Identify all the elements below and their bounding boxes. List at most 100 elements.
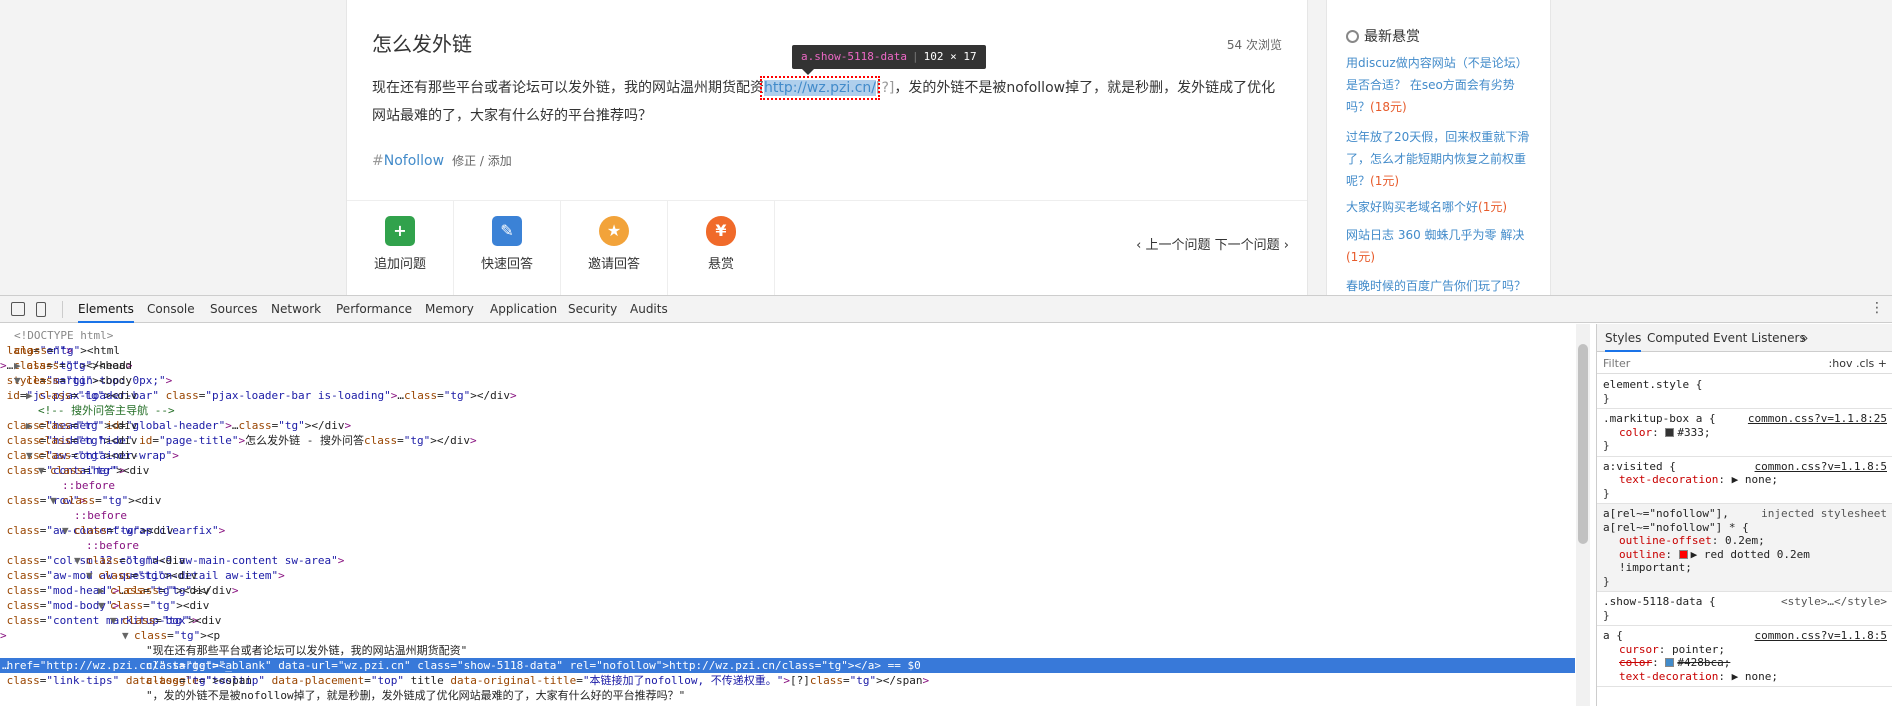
bounty-item[interactable]: 网站日志 360 蜘蛛几乎为零 解决(1元) (1346, 224, 1536, 268)
dom-line[interactable]: ▼ class="tg"><div class="container"> (0, 463, 1575, 478)
devtools-tab-memory[interactable]: Memory (425, 296, 474, 323)
rule-close: } (1603, 439, 1610, 452)
link-tips[interactable]: [?] (876, 80, 894, 96)
bounty-item[interactable]: 春晚时候的百度广告你们玩了吗？ (1346, 275, 1536, 295)
style-rule[interactable]: element.style {} (1597, 375, 1892, 409)
view-count: 54 次浏览 (1226, 38, 1282, 52)
dom-line[interactable]: ▼ class="tg"><div class="aw-container-wra… (0, 448, 1575, 463)
dom-line[interactable]: ▼ class="tg"><div class="aw-content-wrap … (0, 523, 1575, 538)
dom-line[interactable]: class="tg"><div class="hidden hide" id="… (0, 433, 1575, 448)
styles-tab-event-listeners[interactable]: Event Listeners (1713, 324, 1806, 352)
dom-line-selected[interactable]: … class="tg"><a href="http://wz.pzi.cn/" … (0, 658, 1575, 673)
styles-filter-input[interactable]: Filter (1603, 357, 1630, 370)
styles-tabs: Styles Computed Event Listeners» (1597, 324, 1892, 352)
bounty-bag-icon: ¥ (706, 216, 736, 246)
devtools-tab-audits[interactable]: Audits (630, 296, 668, 323)
rule-source-link: <style>…</style> (1781, 595, 1887, 608)
dom-line[interactable]: class="tg"><html lang="en"> (0, 343, 1575, 358)
dom-line[interactable]: ▶ class="tg"><div class="header" id="glob… (0, 418, 1575, 433)
rule-selector: element.style { (1603, 378, 1703, 391)
style-declaration[interactable]: text-decoration: ▶ none; (1603, 473, 1887, 487)
tag-hash: # (372, 153, 384, 169)
inspect-element-icon[interactable] (11, 302, 25, 316)
style-declaration[interactable]: outline: ▶ red dotted 0.2em !important; (1603, 548, 1823, 575)
dom-scrollbar[interactable] (1576, 324, 1590, 706)
devtools-tab-sources[interactable]: Sources (210, 296, 257, 323)
dom-line[interactable]: <!DOCTYPE html> (0, 328, 1575, 343)
quick-answer-button[interactable]: ✎ 快速回答 (454, 201, 561, 295)
action-label: 快速回答 (480, 257, 533, 272)
nofollow-link[interactable]: http://wz.pzi.cn/ (760, 76, 880, 100)
invite-answer-icon: ★ (599, 216, 629, 246)
more-menu-icon[interactable]: ⋮ (1870, 300, 1884, 316)
style-rule[interactable]: .markitup-box a {common.css?v=1.1.8:25 co… (1597, 409, 1892, 457)
dom-line[interactable]: ▼ class="tg"><div class="aw-mod aw-questi… (0, 568, 1575, 583)
style-rule[interactable]: .show-5118-data {<style>…</style>} (1597, 592, 1892, 626)
question-nav: ‹ 上一个问题 下一个问题 › (1136, 234, 1289, 253)
dom-line[interactable]: ▶ class="tg"><div class="mod-head">…class… (0, 583, 1575, 598)
dom-scrollbar-thumb[interactable] (1578, 344, 1588, 544)
dom-line[interactable]: ▼ class="tg"><body style="margin-top: 0px… (0, 373, 1575, 388)
styles-tab-more[interactable]: » (1801, 324, 1808, 352)
devtools-tab-network[interactable]: Network (271, 296, 321, 323)
dom-line[interactable]: ▼ class="tg"><p > (0, 628, 1575, 643)
devtools-tab-elements[interactable]: Elements (78, 296, 134, 323)
style-declaration[interactable]: cursor: pointer; (1603, 643, 1887, 657)
bounty-item[interactable]: 大家好购买老域名哪个好(1元) (1346, 196, 1536, 218)
action-label: 追加问题 (373, 257, 426, 272)
rule-close: } (1603, 574, 1610, 588)
dom-line[interactable]: class="tg"><span class="link-tips" data-… (0, 673, 1575, 688)
dom-line[interactable]: ▼ class="tg"><div class="col-sm-12 col-md… (0, 553, 1575, 568)
dom-line[interactable]: ::before (0, 508, 1575, 523)
action-label: 悬赏 (707, 257, 734, 272)
bounty-item[interactable]: 用discuz做内容网站（不是论坛）是否合适？ 在seo方面会有劣势吗？(18元… (1346, 52, 1536, 118)
add-question-button[interactable]: + 追加问题 (347, 201, 454, 295)
dom-line[interactable]: <!-- 搜外问答主导航 --> (0, 403, 1575, 418)
devtools-tab-performance[interactable]: Performance (336, 296, 412, 323)
action-label: 邀请回答 (587, 257, 640, 272)
style-declaration[interactable]: color: #428bca; (1603, 656, 1887, 670)
dom-line[interactable]: ▶ class="tg"><div id="js-pjax-loader-bar"… (0, 388, 1575, 403)
dom-line[interactable]: "现在还有那些平台或者论坛可以发外链，我的网站温州期货配资" (0, 643, 1575, 658)
prev-question-link[interactable]: ‹ 上一个问题 (1136, 238, 1210, 253)
dom-line[interactable]: ▶ class="tg"><head >…class="tg"></head> (0, 358, 1575, 373)
tooltip-selector: a.show-5118-data (801, 50, 907, 63)
toolbar-divider (62, 301, 63, 318)
style-rule[interactable]: a:visited {common.css?v=1.1.8:5 text-deco… (1597, 457, 1892, 504)
device-toolbar-icon[interactable] (36, 302, 46, 317)
dom-tree[interactable]: <!DOCTYPE html> class="tg"><html lang="en… (0, 324, 1590, 706)
styles-tab-styles[interactable]: Styles (1605, 324, 1642, 352)
style-declaration[interactable]: outline-offset: 0.2em; (1603, 534, 1887, 548)
devtools-tab-console[interactable]: Console (147, 296, 195, 323)
dom-line[interactable]: ▼ class="tg"><div class="mod-body"> (0, 598, 1575, 613)
invite-answer-button[interactable]: ★ 邀请回答 (561, 201, 668, 295)
styles-filter-tools[interactable]: :hov .cls + (1829, 357, 1887, 370)
bounty-item[interactable]: 过年放了20天假，回来权重就下滑了，怎么才能短期内恢复之前权重呢？(1元) (1346, 126, 1536, 192)
tag-edit-link[interactable]: 修正 / 添加 (452, 154, 512, 168)
dom-line[interactable]: ::before (0, 538, 1575, 553)
dom-line[interactable]: ▼ class="tg"><div class="content markitup… (0, 613, 1575, 628)
next-question-link[interactable]: 下一个问题 › (1215, 238, 1289, 253)
dom-line[interactable]: "，发的外链不是被nofollow掉了，就是秒删，发外链成了优化网站最难的了，大… (0, 688, 1575, 703)
styles-tab-computed[interactable]: Computed (1647, 324, 1709, 352)
page-area: 怎么发外链 54 次浏览 a.show-5118-data | 102 × 17 现… (0, 0, 1892, 295)
devtools-tab-security[interactable]: Security (568, 296, 617, 323)
devtools-tab-application[interactable]: Application (490, 296, 557, 323)
styles-filter[interactable]: Filter :hov .cls + (1597, 352, 1892, 374)
dom-line[interactable]: ▼ class="tg"><div class="row"> (0, 493, 1575, 508)
tag-nofollow[interactable]: Nofollow (384, 153, 444, 169)
style-declaration[interactable]: color: #333; (1603, 426, 1887, 440)
inspect-tooltip: a.show-5118-data | 102 × 17 (792, 45, 986, 75)
style-rules: element.style {} .markitup-box a {common.… (1597, 375, 1892, 687)
style-rule[interactable]: a {common.css?v=1.1.8:5 cursor: pointer; c… (1597, 626, 1892, 687)
color-swatch-icon (1665, 427, 1675, 437)
tooltip-size: 102 × 17 (923, 50, 977, 63)
style-rule[interactable]: a[rel~="nofollow"], a[rel~="nofollow"] *… (1597, 504, 1892, 592)
style-declaration[interactable]: text-decoration: ▶ none; (1603, 670, 1887, 684)
rule-source-link[interactable]: common.css?v=1.1.8:5 (1755, 629, 1887, 643)
dom-line[interactable]: ::before (0, 478, 1575, 493)
rule-source-link[interactable]: common.css?v=1.1.8:5 (1755, 460, 1887, 474)
sidebar-title: 最新悬赏 (1346, 26, 1420, 46)
rule-source-link[interactable]: common.css?v=1.1.8:25 (1748, 412, 1887, 426)
bounty-button[interactable]: ¥ 悬赏 (668, 201, 775, 295)
